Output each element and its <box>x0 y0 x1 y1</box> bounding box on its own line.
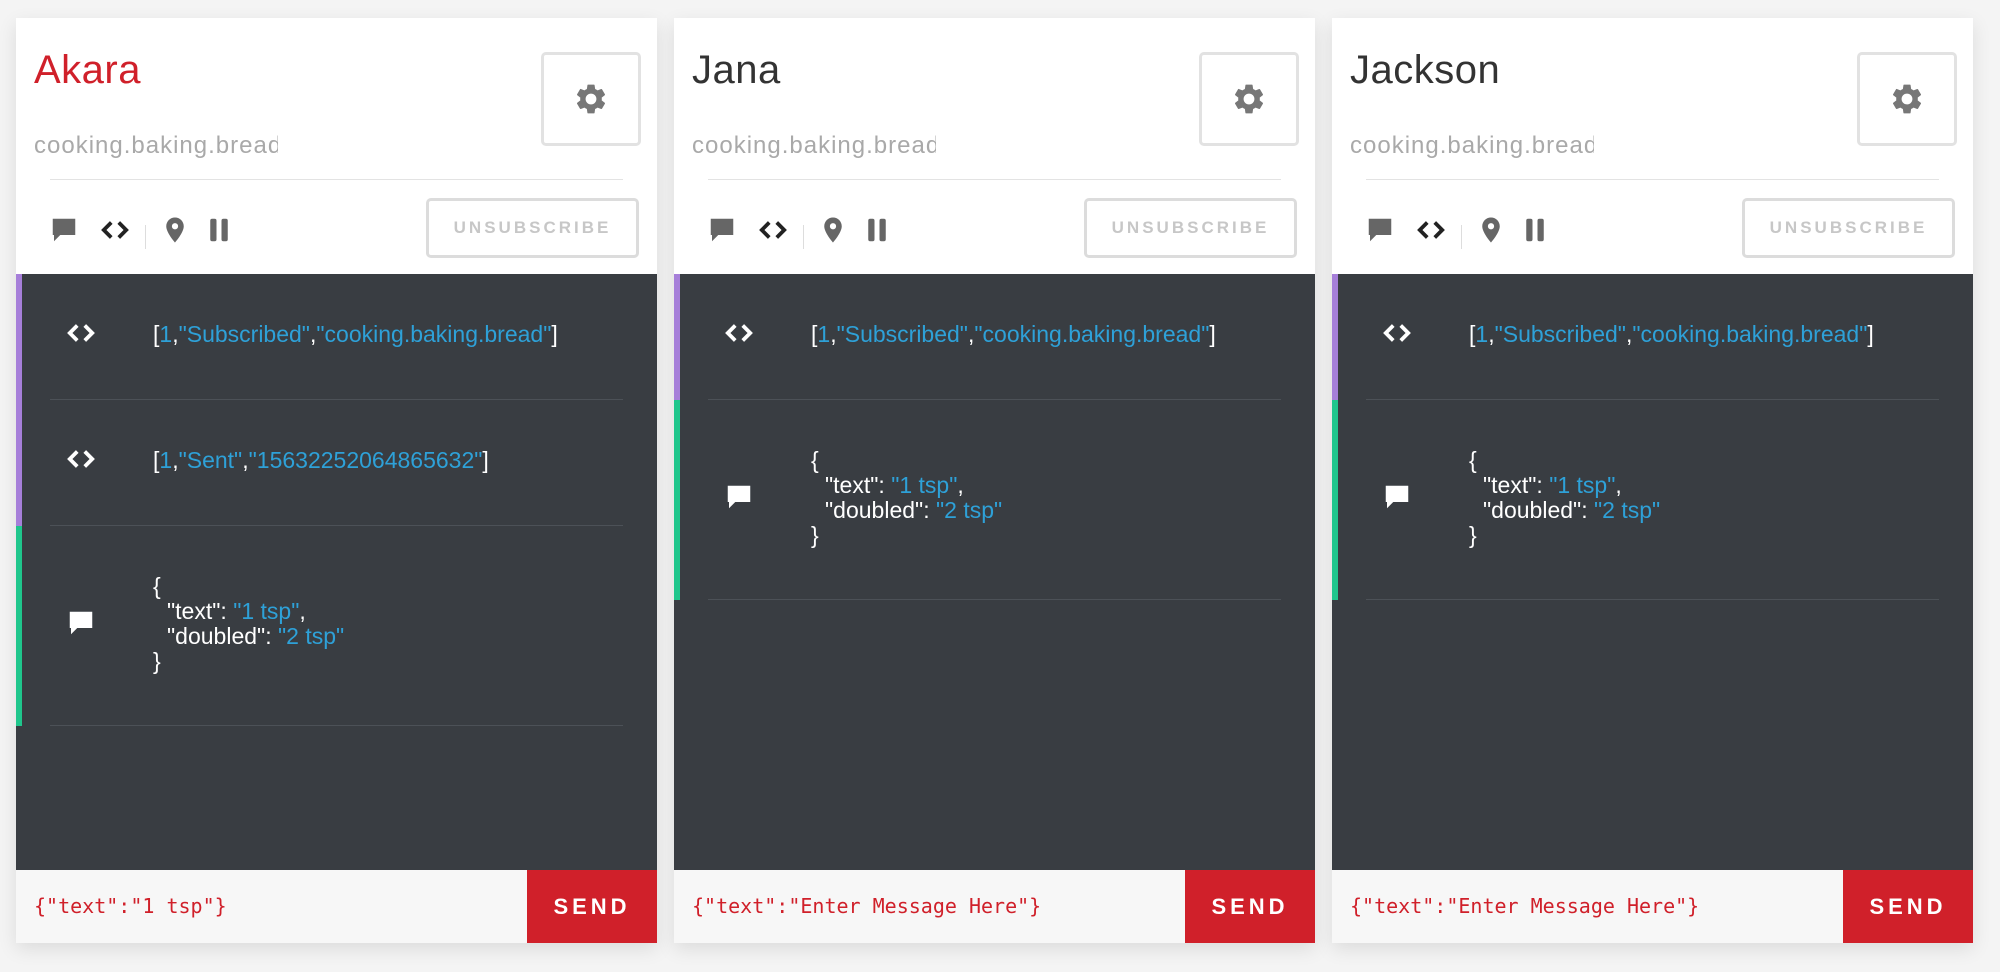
message-type-bar <box>1332 400 1338 600</box>
message-row: [1,"Subscribed","cooking.baking.bread"] <box>16 274 657 400</box>
message-type-bar <box>674 400 680 600</box>
message-input[interactable]: {"text":"Enter Message Here"} <box>692 894 1041 918</box>
message-body: [1,"Subscribed","cooking.baking.bread"] <box>153 321 558 347</box>
message-row: [1,"Subscribed","cooking.baking.bread"] <box>674 274 1315 400</box>
chat-bubble-icon <box>1382 482 1412 517</box>
unsubscribe-button[interactable]: UNSUBSCRIBE <box>426 198 639 258</box>
code-brackets-icon[interactable] <box>758 215 788 250</box>
location-pin-icon[interactable] <box>1476 215 1506 250</box>
message-body: { "text": "1 tsp", "doubled": "2 tsp" } <box>153 573 345 674</box>
message-row: [1,"Subscribed","cooking.baking.bread"] <box>1332 274 1973 400</box>
chat-bubble-icon[interactable] <box>49 215 79 250</box>
header-divider <box>708 179 1281 180</box>
message-type-bar <box>16 526 22 726</box>
message-body: [1,"Sent","15632252064865632"] <box>153 447 489 473</box>
chat-bubble-icon[interactable] <box>1365 215 1395 250</box>
message-input[interactable]: {"text":"1 tsp"} <box>34 894 227 918</box>
row-divider <box>708 599 1281 600</box>
subscriber-name: Jana <box>692 48 781 92</box>
subscriber-name: Akara <box>34 48 141 92</box>
message-row: { "text": "1 tsp", "doubled": "2 tsp" } <box>674 400 1315 600</box>
row-divider <box>50 725 623 726</box>
subscriber-card-jana: Jana cooking.baking.bread UNSUBSCRIBE [1… <box>674 18 1315 943</box>
toolbar-separator <box>1461 225 1462 249</box>
message-input[interactable]: {"text":"Enter Message Here"} <box>1350 894 1699 918</box>
chat-bubble-icon <box>724 482 754 517</box>
row-divider <box>1366 599 1939 600</box>
message-body: [1,"Subscribed","cooking.baking.bread"] <box>811 321 1216 347</box>
send-button[interactable]: SEND <box>1185 870 1315 943</box>
message-body: { "text": "1 tsp", "doubled": "2 tsp" } <box>1469 447 1661 548</box>
chat-bubble-icon[interactable] <box>707 215 737 250</box>
header-divider <box>1366 179 1939 180</box>
message-composer: {"text":"1 tsp"} SEND <box>16 870 657 943</box>
message-composer: {"text":"Enter Message Here"} SEND <box>674 870 1315 943</box>
send-button[interactable]: SEND <box>1843 870 1973 943</box>
message-body: [1,"Subscribed","cooking.baking.bread"] <box>1469 321 1874 347</box>
pause-icon[interactable] <box>1520 215 1550 250</box>
pause-icon[interactable] <box>862 215 892 250</box>
gear-icon <box>1234 84 1264 114</box>
code-brackets-icon[interactable] <box>1416 215 1446 250</box>
send-button[interactable]: SEND <box>527 870 657 943</box>
settings-button[interactable] <box>1199 52 1299 146</box>
message-composer: {"text":"Enter Message Here"} SEND <box>1332 870 1973 943</box>
channel-name: cooking.baking.bread <box>692 132 936 159</box>
channel-name: cooking.baking.bread <box>34 132 278 159</box>
message-row: [1,"Sent","15632252064865632"] <box>16 400 657 526</box>
toolbar-separator <box>145 225 146 249</box>
message-body: { "text": "1 tsp", "doubled": "2 tsp" } <box>811 447 1003 548</box>
location-pin-icon[interactable] <box>160 215 190 250</box>
message-row: { "text": "1 tsp", "doubled": "2 tsp" } <box>16 526 657 726</box>
subscriber-card-jackson: Jackson cooking.baking.bread UNSUBSCRIBE… <box>1332 18 1973 943</box>
unsubscribe-button[interactable]: UNSUBSCRIBE <box>1084 198 1297 258</box>
code-brackets-icon <box>66 318 96 353</box>
message-type-bar <box>1332 274 1338 400</box>
message-type-bar <box>16 400 22 526</box>
message-type-bar <box>16 274 22 400</box>
card-header: Jana cooking.baking.bread UNSUBSCRIBE <box>674 18 1315 274</box>
code-brackets-icon <box>1382 318 1412 353</box>
channel-name: cooking.baking.bread <box>1350 132 1594 159</box>
code-brackets-icon <box>724 318 754 353</box>
header-divider <box>50 179 623 180</box>
message-type-bar <box>674 274 680 400</box>
card-header: Jackson cooking.baking.bread UNSUBSCRIBE <box>1332 18 1973 274</box>
location-pin-icon[interactable] <box>818 215 848 250</box>
gear-icon <box>576 84 606 114</box>
pause-icon[interactable] <box>204 215 234 250</box>
subscriber-name: Jackson <box>1350 48 1501 92</box>
toolbar-separator <box>803 225 804 249</box>
settings-button[interactable] <box>541 52 641 146</box>
code-brackets-icon[interactable] <box>100 215 130 250</box>
gear-icon <box>1892 84 1922 114</box>
unsubscribe-button[interactable]: UNSUBSCRIBE <box>1742 198 1955 258</box>
code-brackets-icon <box>66 444 96 479</box>
message-row: { "text": "1 tsp", "doubled": "2 tsp" } <box>1332 400 1973 600</box>
subscriber-card-akara: Akara cooking.baking.bread UNSUBSCRIBE [… <box>16 18 657 943</box>
chat-bubble-icon <box>66 608 96 643</box>
settings-button[interactable] <box>1857 52 1957 146</box>
card-header: Akara cooking.baking.bread UNSUBSCRIBE <box>16 18 657 274</box>
